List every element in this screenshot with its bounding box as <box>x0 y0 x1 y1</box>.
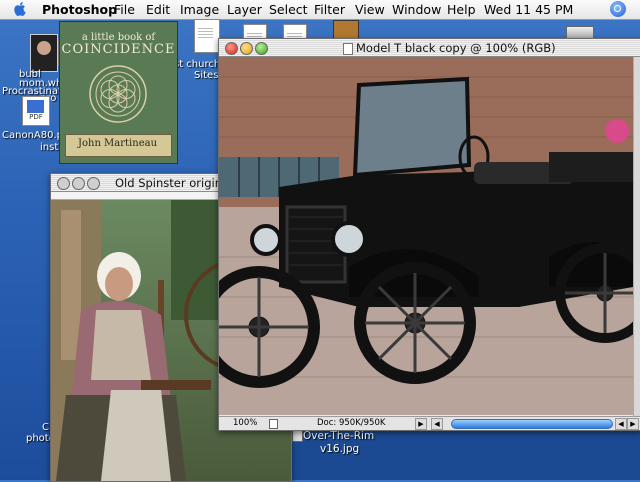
model-t-titlebar[interactable]: Model T black copy @ 100% (RGB) <box>219 39 640 57</box>
menu-file[interactable]: File <box>114 2 135 17</box>
model-t-photo[interactable] <box>219 57 633 415</box>
model-t-window[interactable]: Model T black copy @ 100% (RGB) 100% Doc… <box>218 38 640 431</box>
document-proxy-icon[interactable] <box>343 43 353 55</box>
menu-edit[interactable]: Edit <box>146 2 170 17</box>
desktop-label-canon: CanonA80.p <box>2 130 63 141</box>
zoom-level[interactable]: 100% <box>233 418 257 428</box>
doc-size: Doc: 950K/950K <box>317 418 386 428</box>
progress-bar <box>451 419 613 429</box>
book-emblem-icon <box>89 65 147 123</box>
model-t-vertical-scrollbar[interactable] <box>633 57 640 416</box>
desktop-label-over-the-rim: Over-The-Rim <box>303 430 375 442</box>
model-t-window-title: Model T black copy @ 100% (RGB) <box>356 41 556 55</box>
spotlight-icon[interactable] <box>610 1 626 17</box>
desktop-label-sites: Sites <box>194 70 219 81</box>
desktop-icon-over-the-rim[interactable] <box>292 430 303 442</box>
hscroll-left-arrow[interactable]: ◀ <box>431 418 443 430</box>
menu-image[interactable]: Image <box>180 2 219 17</box>
desktop-label-church: st church <box>174 59 221 70</box>
book-author: John Martineau <box>77 138 158 149</box>
menu-help[interactable]: Help <box>447 2 476 17</box>
spinster-window-title: Old Spinster original <box>115 176 233 190</box>
desktop-icon-image-thumb[interactable] <box>333 20 359 40</box>
status-icon[interactable] <box>269 419 278 429</box>
desktop-label-c: C <box>42 422 49 433</box>
spinster-zoom-button[interactable] <box>87 177 100 190</box>
book-title: COINCIDENCE <box>61 42 176 57</box>
menu-filter[interactable]: Filter <box>314 2 345 17</box>
desktop-icon-photo-thumb[interactable] <box>30 34 58 72</box>
status-right-arrow[interactable]: ▶ <box>415 418 427 430</box>
menu-bar: Photoshop File Edit Image Layer Select F… <box>0 0 640 20</box>
spinster-minimize-button[interactable] <box>72 177 85 190</box>
desktop-icon-doc-1[interactable] <box>194 19 220 53</box>
desktop-label-over-the-rim-ext: v16.jpg <box>320 443 360 455</box>
menubar-clock[interactable]: Wed 11 45 PM <box>484 2 573 17</box>
desktop-icon-pdf[interactable]: PDF <box>22 96 50 126</box>
desktop-label-inst: inst <box>40 142 59 153</box>
menu-window[interactable]: Window <box>392 2 441 17</box>
menu-layer[interactable]: Layer <box>227 2 262 17</box>
hscroll-left-arrow-2[interactable]: ◀ <box>615 418 627 430</box>
pdf-badge-label: PDF <box>29 113 43 121</box>
menu-select[interactable]: Select <box>269 2 308 17</box>
apple-menu-icon[interactable] <box>14 1 27 16</box>
menu-view[interactable]: View <box>355 2 385 17</box>
model-t-status-bar: 100% Doc: 950K/950K ▶ ◀ ◀ ▶ <box>219 416 640 430</box>
app-menu-photoshop[interactable]: Photoshop <box>42 2 117 17</box>
hscroll-right-arrow[interactable]: ▶ <box>627 418 639 430</box>
model-t-close-button[interactable] <box>225 42 238 55</box>
spinster-close-button[interactable] <box>57 177 70 190</box>
model-t-zoom-button[interactable] <box>255 42 268 55</box>
model-t-minimize-button[interactable] <box>240 42 253 55</box>
book-cover-image[interactable]: a little book of COINCIDENCE John Martin… <box>59 21 178 164</box>
